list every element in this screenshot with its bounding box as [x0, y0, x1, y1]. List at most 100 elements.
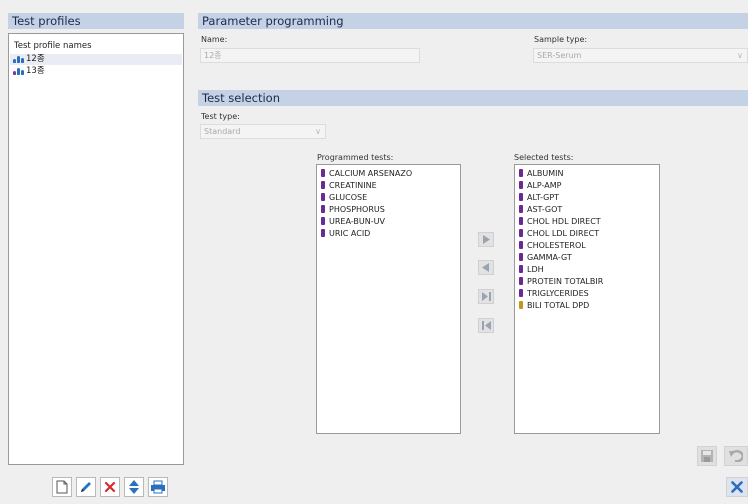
- test-tube-icon: [519, 240, 523, 249]
- test-profiles-header: Test profiles: [8, 13, 184, 29]
- test-tube-icon: [321, 228, 325, 237]
- test-tube-icon: [519, 168, 523, 177]
- profile-item-label: 12종: [26, 54, 45, 64]
- up-down-arrows-icon: [129, 480, 139, 494]
- profile-item-label: 13종: [26, 66, 45, 76]
- test-type-select[interactable]: Standard ∨: [200, 124, 326, 139]
- delete-x-icon: [104, 481, 116, 493]
- selected-test-label: ALBUMIN: [527, 169, 564, 178]
- name-field[interactable]: 12종: [200, 48, 420, 63]
- programmed-test-label: CREATININE: [329, 181, 377, 190]
- sample-type-select[interactable]: SER-Serum ∨: [533, 48, 748, 63]
- arrow-left-icon: [482, 263, 489, 272]
- programmed-test-label: PHOSPHORUS: [329, 205, 385, 214]
- selected-test-label: AST-GOT: [527, 205, 563, 214]
- selected-test-label: LDH: [527, 265, 544, 274]
- parameter-programming-header: Parameter programming: [198, 13, 748, 29]
- test-tube-icon: [519, 180, 523, 189]
- test-tube-icon: [519, 300, 523, 309]
- profile-item-13[interactable]: 13종: [13, 66, 45, 77]
- test-tube-icon: [321, 180, 325, 189]
- selected-test-label: CHOLESTEROL: [527, 241, 586, 250]
- selected-test-label: BILI TOTAL DPD: [527, 301, 590, 310]
- test-tube-icon: [519, 288, 523, 297]
- programmed-test-label: CALCIUM ARSENAZO: [329, 169, 413, 178]
- programmed-test-label: URIC ACID: [329, 229, 371, 238]
- delete-profile-button[interactable]: [100, 477, 120, 497]
- test-tube-icon: [519, 264, 523, 273]
- profile-drops-icon: [13, 67, 24, 75]
- selected-test-label: CHOL HDL DIRECT: [527, 217, 601, 226]
- programmed-test-label: GLUCOSE: [329, 193, 368, 202]
- test-profiles-list-title: Test profile names: [14, 41, 92, 51]
- selected-test-item[interactable]: ALT-GPT: [519, 192, 559, 203]
- selected-test-item[interactable]: TRIGLYCERIDES: [519, 288, 589, 299]
- test-type-label: Test type:: [201, 112, 240, 121]
- chevron-down-icon: ∨: [315, 127, 321, 136]
- edit-profile-button[interactable]: [76, 477, 96, 497]
- programmed-test-label: UREA-BUN-UV: [329, 217, 385, 226]
- add-all-tests-button[interactable]: [478, 289, 494, 304]
- selected-test-item[interactable]: AST-GOT: [519, 204, 562, 215]
- programmed-test-item[interactable]: PHOSPHORUS: [321, 204, 385, 215]
- name-label: Name:: [201, 35, 228, 44]
- undo-button[interactable]: [724, 446, 748, 466]
- test-selection-header: Test selection: [198, 90, 748, 106]
- test-tube-icon: [321, 216, 325, 225]
- test-tube-icon: [519, 252, 523, 261]
- programmed-test-item[interactable]: UREA-BUN-UV: [321, 216, 385, 227]
- selected-test-item[interactable]: PROTEIN TOTALBIR: [519, 276, 603, 287]
- profile-item-12[interactable]: 12종: [10, 54, 182, 65]
- selected-test-item[interactable]: CHOLESTEROL: [519, 240, 586, 251]
- close-button[interactable]: [726, 477, 748, 497]
- new-document-icon: [56, 480, 68, 494]
- print-button[interactable]: [148, 477, 168, 497]
- reorder-button[interactable]: [124, 477, 144, 497]
- programmed-test-item[interactable]: URIC ACID: [321, 228, 370, 239]
- chevron-down-icon: ∨: [737, 51, 743, 60]
- selected-tests-list[interactable]: ALBUMIN ALP-AMP ALT-GPT AST-GOT CHOL HDL…: [514, 164, 660, 434]
- test-tube-icon: [519, 276, 523, 285]
- remove-test-button[interactable]: [478, 260, 494, 275]
- profile-drops-icon: [13, 55, 24, 63]
- selected-test-item[interactable]: CHOL HDL DIRECT: [519, 216, 601, 227]
- programmed-test-item[interactable]: CALCIUM ARSENAZO: [321, 168, 412, 179]
- selected-test-label: PROTEIN TOTALBIR: [527, 277, 604, 286]
- test-profiles-list[interactable]: Test profile names 12종 13종: [8, 33, 184, 465]
- programmed-tests-list[interactable]: CALCIUM ARSENAZO CREATININE GLUCOSE PHOS…: [316, 164, 461, 434]
- floppy-disk-icon: [701, 450, 713, 462]
- new-profile-button[interactable]: [52, 477, 72, 497]
- selected-test-item[interactable]: BILI TOTAL DPD: [519, 300, 589, 311]
- selected-test-item[interactable]: ALP-AMP: [519, 180, 562, 191]
- pencil-icon: [81, 482, 91, 492]
- test-tube-icon: [321, 192, 325, 201]
- test-tube-icon: [321, 204, 325, 213]
- selected-test-label: ALT-GPT: [527, 193, 560, 202]
- test-tube-icon: [519, 228, 523, 237]
- arrow-right-icon: [483, 235, 490, 244]
- add-test-button[interactable]: [478, 232, 494, 247]
- test-type-value: Standard: [204, 127, 241, 136]
- remove-all-tests-button[interactable]: [478, 318, 494, 333]
- selected-test-item[interactable]: ALBUMIN: [519, 168, 564, 179]
- selected-test-item[interactable]: GAMMA-GT: [519, 252, 572, 263]
- programmed-test-item[interactable]: GLUCOSE: [321, 192, 367, 203]
- selected-test-label: TRIGLYCERIDES: [527, 289, 589, 298]
- sample-type-value: SER-Serum: [537, 51, 582, 60]
- selected-test-label: CHOL LDL DIRECT: [527, 229, 600, 238]
- arrow-left-end-icon: [481, 321, 491, 330]
- programmed-test-item[interactable]: CREATININE: [321, 180, 377, 191]
- selected-test-label: ALP-AMP: [527, 181, 562, 190]
- arrow-right-end-icon: [481, 292, 491, 301]
- selected-test-item[interactable]: LDH: [519, 264, 544, 275]
- save-button[interactable]: [697, 446, 717, 466]
- test-tube-icon: [519, 216, 523, 225]
- selected-test-label: GAMMA-GT: [527, 253, 572, 262]
- sample-type-label: Sample type:: [534, 35, 588, 44]
- close-icon: [731, 481, 743, 493]
- selected-tests-label: Selected tests:: [514, 153, 574, 162]
- test-tube-icon: [321, 168, 325, 177]
- selected-test-item[interactable]: CHOL LDL DIRECT: [519, 228, 599, 239]
- undo-icon: [729, 450, 743, 462]
- printer-icon: [151, 480, 165, 494]
